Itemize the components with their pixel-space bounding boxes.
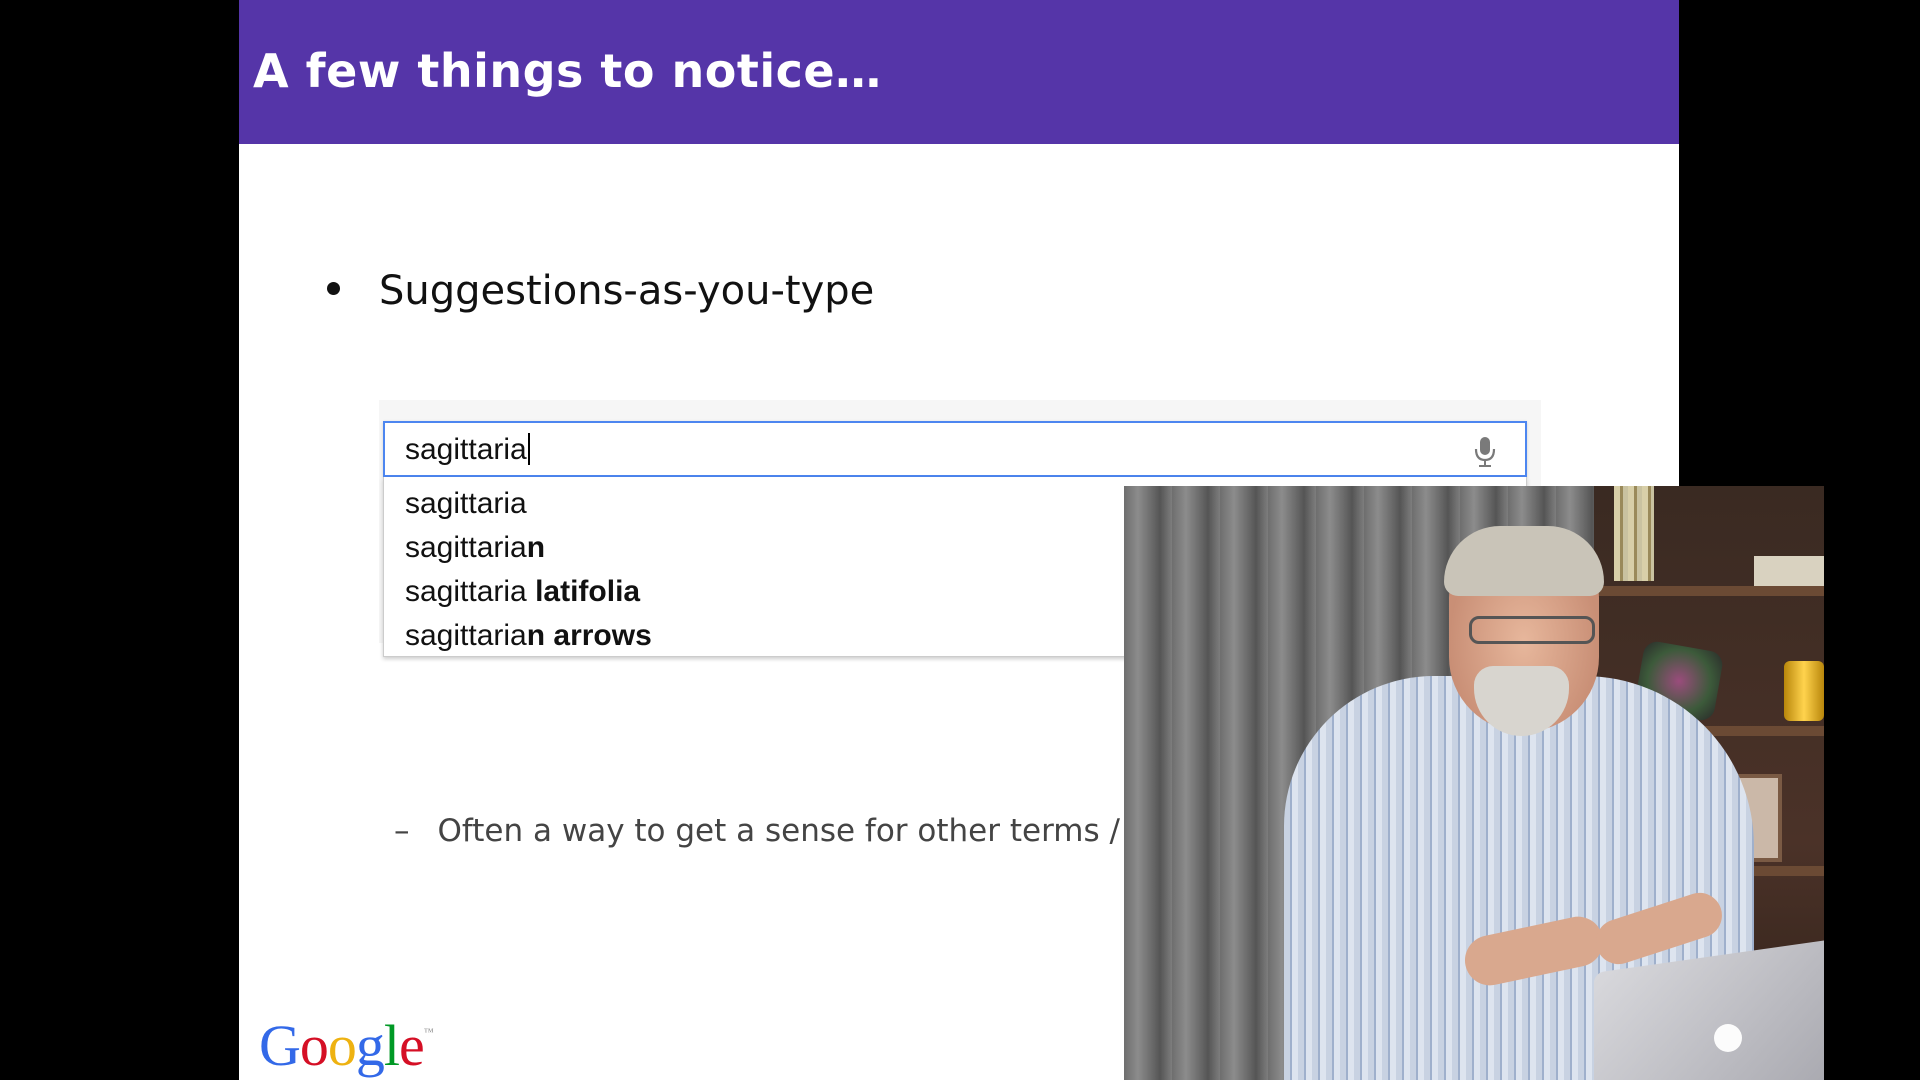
sub-bullet-dash: – <box>394 813 410 849</box>
search-input-value[interactable]: sagittaria <box>405 433 530 467</box>
bullet-text: Suggestions-as-you-type <box>379 268 875 314</box>
text-caret <box>527 433 530 465</box>
presenter-video <box>1124 486 1824 1080</box>
glasses <box>1469 616 1595 644</box>
suggestion-item[interactable]: sagittaria latifolia <box>405 575 640 609</box>
slide-title: A few things to notice… <box>253 44 882 98</box>
bullet-dot <box>327 282 340 295</box>
vase <box>1784 661 1824 721</box>
suggestion-item[interactable]: sagittaria <box>405 487 527 521</box>
apple-logo-icon <box>1714 1024 1742 1052</box>
sub-bullet-text: Often a way to get a sense for other ter… <box>437 813 1166 849</box>
sub-bullet: – Often a way to get a sense for other te… <box>394 813 1166 849</box>
microphone-icon[interactable] <box>1473 435 1497 469</box>
search-input[interactable]: sagittaria <box>383 421 1527 477</box>
suggestion-item[interactable]: sagittarian arrows <box>405 619 652 653</box>
books <box>1614 486 1654 581</box>
google-logo: Google™ <box>259 1013 434 1078</box>
slide-title-bar: A few things to notice… <box>239 0 1679 144</box>
suggestion-item[interactable]: sagittarian <box>405 531 545 565</box>
